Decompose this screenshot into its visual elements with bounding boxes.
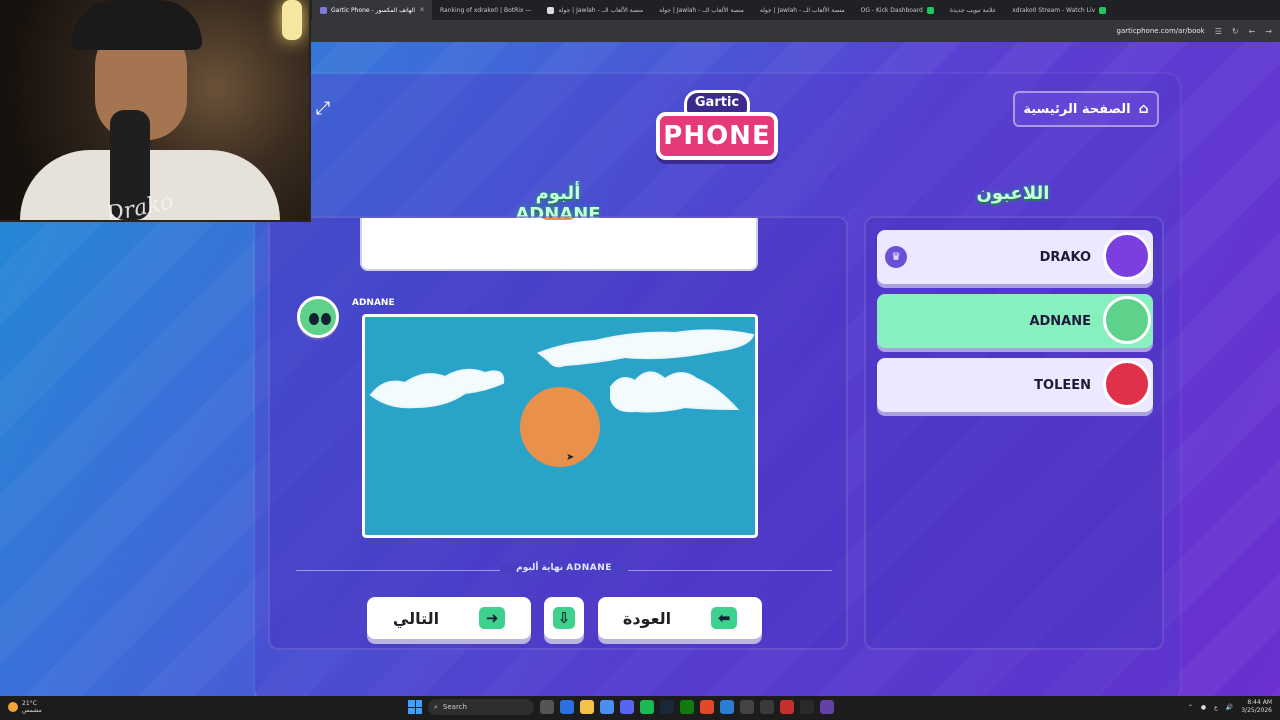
player-avatar	[1103, 296, 1151, 344]
album-end-label: نهاية ألبوم ADNANE	[500, 563, 628, 573]
download-button[interactable]: ⇩	[544, 597, 584, 639]
reload-icon[interactable]: ↻	[1232, 27, 1239, 36]
tune-icon[interactable]: ☰	[1215, 27, 1222, 36]
arrow-right-icon: ➜	[479, 607, 506, 629]
tab-gartic-phone[interactable]: Gartic Phone - الهاتف المكسور ✕	[312, 0, 432, 20]
copilot-icon[interactable]	[560, 700, 574, 714]
entry-author-name: ADNANE	[352, 298, 395, 308]
tab-jawlah-1[interactable]: جولة | Jawlah - منصة الألعاب الــ	[539, 0, 651, 20]
weather-desc: مشمس	[22, 707, 42, 714]
chrome-icon[interactable]	[600, 700, 614, 714]
drawing-svg	[369, 329, 755, 467]
discord-icon[interactable]	[620, 700, 634, 714]
streamer-headphones	[72, 0, 202, 50]
forward-icon[interactable]: →	[1265, 27, 1272, 36]
tab-kick-dashboard[interactable]: OG - Kick Dashboard	[853, 0, 942, 20]
players-title: اللاعبون	[976, 183, 1050, 204]
previous-drawing-card	[360, 218, 758, 271]
sun-icon	[8, 702, 18, 712]
ring-light	[282, 0, 302, 40]
back-button-label: العودة	[622, 608, 672, 628]
sun-circle	[520, 387, 600, 467]
weather-temp: 21°C	[22, 700, 37, 707]
tab-favicon	[547, 6, 555, 14]
file-explorer-icon[interactable]	[580, 700, 594, 714]
fullscreen-icon[interactable]: ⤢	[312, 98, 334, 120]
app-icon[interactable]	[720, 700, 734, 714]
player-row-drako[interactable]: ♛ DRAKO	[877, 230, 1153, 284]
player-name: TOLEEN	[1034, 377, 1091, 393]
back-icon[interactable]: ←	[1249, 27, 1256, 36]
player-name: DRAKO	[1039, 249, 1091, 265]
volume-icon[interactable]: 🔊	[1226, 704, 1233, 711]
player-avatar	[1103, 360, 1151, 408]
crown-icon: ♛	[885, 246, 907, 268]
entry-avatar	[297, 296, 339, 338]
search-icon: ⌕	[434, 702, 438, 711]
tab-favicon	[320, 6, 327, 14]
microphone-icon[interactable]: ●	[1201, 704, 1206, 711]
tab-xdrako-stream[interactable]: xdrako0 Stream - Watch Liv	[1004, 0, 1114, 20]
task-view-icon[interactable]	[540, 700, 554, 714]
players-panel: ♛ DRAKO ADNANE TOLEEN	[864, 216, 1164, 650]
screen: Gartic Phone - الهاتف المكسور ✕ Ranking o…	[0, 0, 1280, 720]
cloud-left	[369, 368, 505, 409]
url-text[interactable]: garticphone.com/ar/book	[1117, 27, 1205, 35]
gartic-phone-logo: Gartic PHONE	[654, 90, 780, 168]
player-avatar	[1103, 232, 1151, 280]
spotify-icon[interactable]	[640, 700, 654, 714]
chevron-up-icon[interactable]: ⌃	[1188, 704, 1193, 711]
taskbar-search[interactable]: ⌕ Search	[428, 699, 534, 715]
previous-drawing-fragment	[538, 218, 578, 220]
home-icon: ⌂	[1138, 101, 1149, 117]
player-name: ADNANE	[1029, 313, 1091, 329]
next-button-label: التالي	[392, 608, 440, 628]
mouse-cursor-icon: ➤	[566, 452, 575, 463]
webcam-overlay: Drako	[0, 0, 311, 222]
app-icon[interactable]	[740, 700, 754, 714]
app-icon[interactable]	[760, 700, 774, 714]
next-button[interactable]: التالي ➜	[367, 597, 531, 639]
clock-time: 8:44 AM	[1247, 699, 1272, 706]
album-panel: ADNANE نهاية ألبوم ADNANE التالي ➜ ⇩ الع…	[268, 216, 848, 650]
clock-date: 3/25/2026	[1241, 707, 1272, 714]
logo-main-text: PHONE	[656, 112, 778, 160]
cloud-top-right	[537, 329, 755, 368]
xbox-icon[interactable]	[680, 700, 694, 714]
language-indicator[interactable]: ع	[1214, 704, 1218, 711]
close-tab-icon[interactable]: ✕	[419, 6, 425, 14]
home-button-label: الصفحة الرئيسية	[1023, 101, 1131, 117]
back-button[interactable]: العودة ⬅	[598, 597, 762, 639]
avatar-eye	[321, 313, 331, 325]
tab-new-tab[interactable]: علامة تبويب جديدة	[942, 0, 1004, 20]
home-button[interactable]: الصفحة الرئيسية ⌂	[1013, 91, 1159, 127]
download-icon: ⇩	[553, 607, 575, 629]
drawing-canvas	[362, 314, 758, 538]
tab-botrix[interactable]: Ranking of xdrako0 | BotRix —	[432, 0, 539, 20]
player-row-adnane[interactable]: ADNANE	[877, 294, 1153, 348]
clock[interactable]: 8:44 AM 3/25/2026	[1241, 699, 1272, 715]
app-icon[interactable]	[800, 700, 814, 714]
player-row-toleen[interactable]: TOLEEN	[877, 358, 1153, 412]
windows-taskbar: 21°C مشمس ⌕ Search ⌃ ● ع 🔊 8:44 AM 3/25/…	[0, 696, 1280, 720]
cloud-right	[610, 371, 740, 413]
kick-icon	[1099, 6, 1107, 14]
app-icon[interactable]	[780, 700, 794, 714]
arrow-left-icon: ⬅	[711, 607, 738, 629]
app-icon[interactable]	[820, 700, 834, 714]
steam-icon[interactable]	[660, 700, 674, 714]
system-tray: ⌃ ● ع 🔊 8:44 AM 3/25/2026	[1188, 699, 1272, 715]
tab-jawlah-2[interactable]: جولة | Jawlah - منصة الألعاب الــ	[651, 0, 752, 20]
app-icon[interactable]	[700, 700, 714, 714]
weather-widget[interactable]: 21°C مشمس	[8, 700, 42, 714]
avatar-eye	[309, 313, 319, 325]
windows-start-icon[interactable]	[408, 700, 422, 714]
taskbar-apps: ⌕ Search	[408, 699, 834, 715]
tab-jawlah-3[interactable]: جولة | Jawlah - منصة الألعاب الــ	[752, 0, 853, 20]
kick-icon	[926, 6, 934, 14]
